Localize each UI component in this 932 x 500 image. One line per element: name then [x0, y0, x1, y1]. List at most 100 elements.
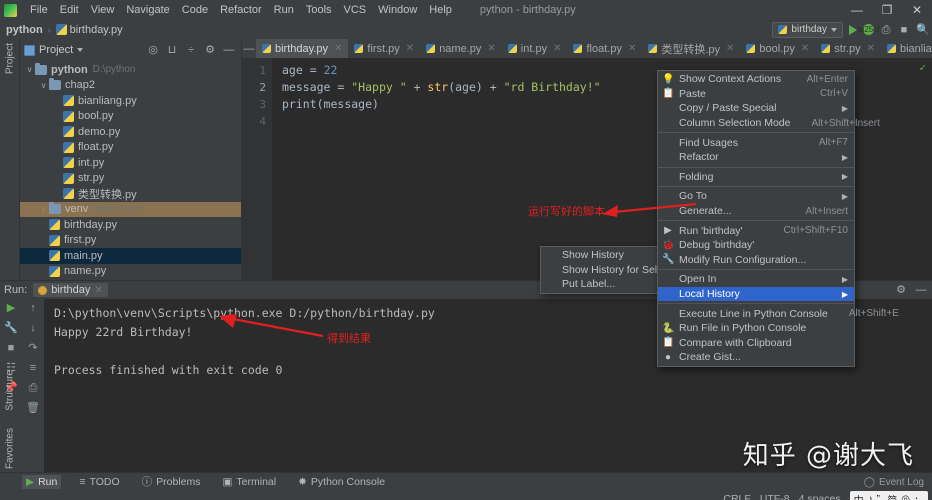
tree-item[interactable]: float.py [20, 140, 241, 156]
menu-edit[interactable]: Edit [54, 2, 85, 18]
rerun-icon[interactable]: ▶ [7, 303, 15, 314]
stop-icon[interactable]: ■ [8, 343, 15, 354]
close-icon[interactable]: ✕ [94, 285, 102, 296]
menu-item[interactable]: 🐞 Debug 'birthday' [658, 238, 854, 253]
menu-run[interactable]: Run [268, 2, 300, 18]
disclosure-triangle-icon[interactable]: ∨ [38, 81, 49, 90]
menu-item[interactable]: Copy / Paste Special ▶ [658, 101, 854, 116]
tree-item[interactable]: ∨ python D:\python [20, 62, 241, 78]
event-log-button[interactable]: ◯ Event Log [864, 477, 924, 488]
search-icon[interactable]: 🔍 [916, 24, 930, 36]
close-icon[interactable]: ✕ [867, 43, 875, 54]
menu-help[interactable]: Help [423, 2, 458, 18]
editor-tab[interactable]: 类型转换.py ✕ [642, 39, 740, 58]
gear-icon[interactable]: ⚙ [895, 284, 907, 296]
gear-icon[interactable]: ⚙ [204, 44, 216, 56]
menu-vcs[interactable]: VCS [338, 2, 373, 18]
close-button[interactable]: ✕ [902, 0, 932, 20]
line-separator-status[interactable]: CRLF [723, 493, 750, 500]
hide-icon[interactable]: — [223, 44, 235, 56]
menu-item[interactable]: Put Label... [541, 277, 659, 292]
tool-window-run[interactable]: ▶ Run [22, 474, 62, 489]
tool-window-terminal[interactable]: ▣ Terminal [219, 475, 281, 489]
expand-all-icon[interactable]: ⊔ [166, 44, 178, 56]
indent-status[interactable]: 4 spaces [799, 493, 841, 500]
ime-glyph[interactable]: ◎ [901, 494, 910, 500]
run-tab[interactable]: birthday ✕ [33, 283, 108, 297]
tree-item[interactable]: bool.py [20, 109, 241, 125]
collapse-all-icon[interactable]: ÷ [185, 44, 197, 56]
print-output-icon[interactable]: ⎙ [29, 383, 38, 394]
tree-item[interactable]: int.py [20, 155, 241, 171]
hide-icon[interactable]: — [915, 284, 927, 296]
tree-item[interactable]: › venv library root [20, 201, 241, 217]
breadcrumb-file[interactable]: birthday.py [70, 24, 123, 36]
menu-item[interactable]: 📋 Compare with Clipboard [658, 336, 854, 351]
tree-item[interactable]: name.py [20, 264, 241, 280]
tree-item[interactable]: ∨ chap2 [20, 78, 241, 94]
tool-strip-favorites-label[interactable]: Favorites [5, 428, 16, 469]
menu-item[interactable]: 💡 Show Context Actions Alt+Enter [658, 72, 854, 87]
close-icon[interactable]: ✕ [726, 43, 734, 54]
close-icon[interactable]: ✕ [406, 43, 414, 54]
ime-glyph[interactable]: ”„ [877, 494, 884, 500]
ime-glyph[interactable]: 中 [854, 492, 864, 500]
hide-editor-icon[interactable]: — [242, 43, 256, 55]
disclosure-triangle-icon[interactable]: ∨ [24, 65, 35, 74]
trash-icon[interactable]: 🗑 [26, 403, 40, 414]
menu-item[interactable]: ▶ Run 'birthday' Ctrl+Shift+F10 [658, 223, 854, 238]
scroll-up-icon[interactable]: ↑ [30, 303, 36, 314]
menu-refactor[interactable]: Refactor [214, 2, 268, 18]
locate-icon[interactable]: ◎ [147, 44, 159, 56]
editor-tab[interactable]: int.py ✕ [502, 39, 568, 58]
encoding-status[interactable]: UTF-8 [760, 493, 790, 500]
close-icon[interactable]: ✕ [334, 43, 342, 54]
breadcrumb-project[interactable]: python [6, 24, 43, 36]
menu-tools[interactable]: Tools [300, 2, 338, 18]
editor-tab[interactable]: birthday.py ✕ [256, 39, 349, 58]
tree-item[interactable]: main.py [20, 248, 241, 264]
inspection-ok-icon[interactable]: ✓ [919, 61, 926, 74]
debug-button[interactable]: \u25cf [858, 24, 879, 35]
menu-item[interactable]: 🐍 Run File in Python Console [658, 321, 854, 336]
tool-strip-structure-label[interactable]: Structure [5, 370, 16, 411]
menu-item[interactable]: Folding ▶ [658, 170, 854, 185]
menu-item[interactable]: 📋 Paste Ctrl+V [658, 87, 854, 102]
tool-strip-project-label[interactable]: Project [4, 43, 15, 74]
stop-button[interactable]: ■ [898, 24, 910, 36]
menu-window[interactable]: Window [372, 2, 423, 18]
menu-item[interactable]: ● Create Gist... [658, 350, 854, 365]
menu-item[interactable]: Refactor ▶ [658, 150, 854, 165]
editor-tab[interactable]: bianliang.py✕ [881, 39, 932, 58]
project-pane-title[interactable]: Project [24, 44, 84, 56]
menu-item[interactable]: 🔧 Modify Run Configuration... [658, 253, 854, 268]
menu-item[interactable]: Find Usages Alt+F7 [658, 135, 854, 150]
menu-file[interactable]: File [24, 2, 54, 18]
editor-tab[interactable]: float.py ✕ [567, 39, 642, 58]
scroll-down-icon[interactable]: ↓ [30, 323, 36, 334]
maximize-button[interactable]: ❐ [872, 0, 902, 20]
run-button[interactable] [849, 24, 857, 35]
close-icon[interactable]: ✕ [487, 43, 495, 54]
close-icon[interactable]: ✕ [553, 43, 561, 54]
tree-item[interactable]: first.py [20, 233, 241, 249]
wrench-icon[interactable]: 🔧 [4, 323, 18, 334]
soft-wrap-icon[interactable]: ↷ [28, 343, 37, 354]
use-soft-wraps-icon[interactable]: ≡ [30, 363, 36, 374]
tree-item[interactable]: birthday.py [20, 217, 241, 233]
menu-item[interactable]: Column Selection Mode Alt+Shift+Insert [658, 116, 880, 131]
menu-item[interactable]: Open In ▶ [658, 272, 854, 287]
minimize-button[interactable]: — [842, 0, 872, 20]
close-icon[interactable]: ✕ [628, 43, 636, 54]
ime-glyph[interactable]: 简 [887, 492, 897, 500]
tool-window-problems[interactable]: ⓘ Problems [138, 473, 205, 490]
tree-item[interactable]: 类型转换.py [20, 186, 241, 202]
menu-item[interactable]: Show History [541, 248, 659, 263]
tool-window-todo[interactable]: ≡ TODO [75, 475, 123, 489]
menu-item[interactable]: Show History for Selection [541, 263, 685, 278]
coverage-button[interactable]: ⎙ [880, 24, 892, 36]
menu-navigate[interactable]: Navigate [120, 2, 175, 18]
disclosure-triangle-icon[interactable]: › [38, 205, 49, 214]
ime-glyph[interactable]: ： [914, 492, 924, 500]
editor-tab[interactable]: str.py ✕ [815, 39, 881, 58]
